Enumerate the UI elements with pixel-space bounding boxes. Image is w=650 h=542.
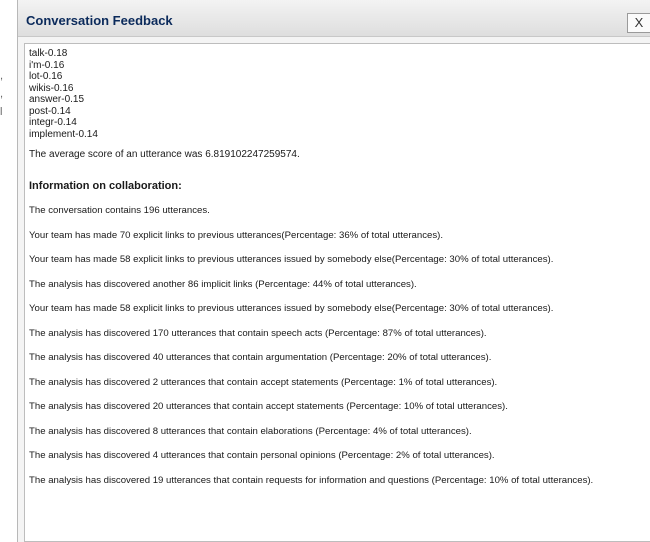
keyword-item: integr-0.14 xyxy=(29,117,77,128)
collaboration-message: Your team has made 58 explicit links to … xyxy=(29,303,554,314)
collaboration-message: The analysis has discovered another 86 i… xyxy=(29,278,417,290)
collaboration-message: Your team has made 70 explicit links to … xyxy=(29,229,444,241)
collaboration-heading: Information on collaboration: xyxy=(29,180,182,192)
collaboration-message: The analysis has discovered 20 utterance… xyxy=(29,401,508,412)
keyword-item: implement-0.14 xyxy=(29,128,98,140)
collaboration-message: Your team has made 58 explicit links to … xyxy=(29,254,554,265)
collaboration-message: The analysis has discovered 170 utteranc… xyxy=(29,327,487,339)
keyword-item: wikis-0.16 xyxy=(29,82,74,94)
collaboration-message: The conversation contains 196 utterances… xyxy=(29,205,210,216)
keyword-item: lot-0.16 xyxy=(29,71,63,82)
keyword-item: talk-0.18 xyxy=(29,48,68,59)
collaboration-message: The analysis has discovered 19 utterance… xyxy=(29,474,594,486)
collaboration-message: The analysis has discovered 8 utterances… xyxy=(29,425,472,437)
background-window-fragment: , , l xyxy=(0,70,4,118)
collaboration-message: The analysis has discovered 40 utterance… xyxy=(29,352,492,363)
collaboration-message: The analysis has discovered 2 utterances… xyxy=(29,376,498,388)
average-score-text: The average score of an utterance was 6.… xyxy=(29,149,300,160)
close-button[interactable]: X xyxy=(627,13,650,33)
keyword-item: i'm-0.16 xyxy=(29,59,65,71)
collaboration-message: The analysis has discovered 4 utterances… xyxy=(29,450,495,461)
dialog-title: Conversation Feedback xyxy=(26,13,173,28)
keyword-list: talk-0.18 i'm-0.16 lot-0.16 wikis-0.16 a… xyxy=(29,48,647,140)
keyword-item: post-0.14 xyxy=(29,105,71,117)
collaboration-messages: The conversation contains 196 utterances… xyxy=(29,205,647,486)
dialog-titlebar: Conversation Feedback X xyxy=(18,0,650,37)
conversation-feedback-dialog: Conversation Feedback X talk-0.18 i'm-0.… xyxy=(17,0,650,542)
keyword-item: answer-0.15 xyxy=(29,94,85,105)
feedback-content-panel[interactable]: talk-0.18 i'm-0.16 lot-0.16 wikis-0.16 a… xyxy=(24,43,650,542)
